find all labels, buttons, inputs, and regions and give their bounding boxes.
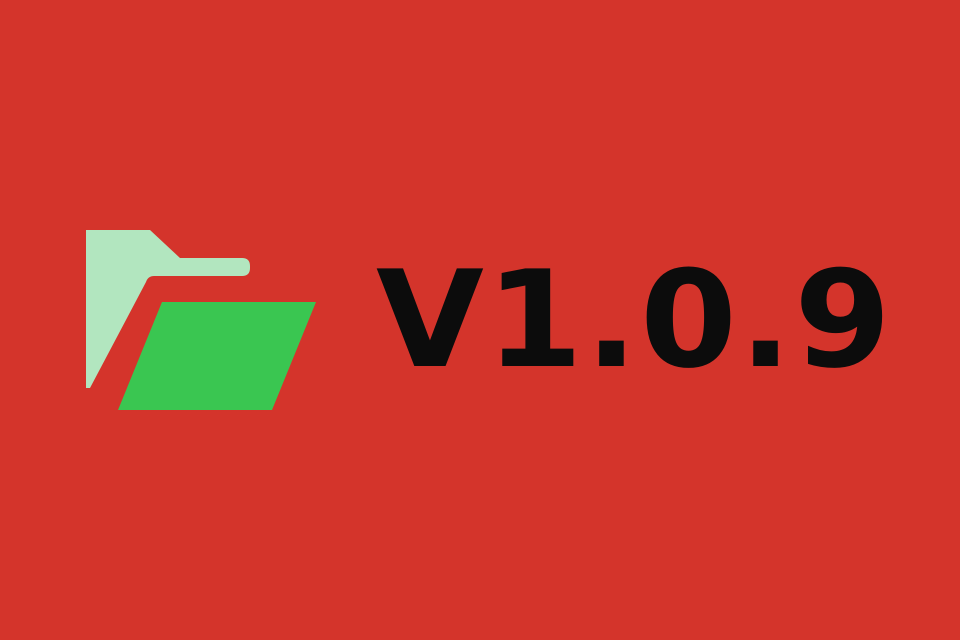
version-label: V1.0.9 <box>376 242 894 398</box>
open-folder-icon <box>86 230 316 410</box>
folder-front-panel <box>118 302 316 410</box>
version-banner: V1.0.9 <box>0 0 960 640</box>
